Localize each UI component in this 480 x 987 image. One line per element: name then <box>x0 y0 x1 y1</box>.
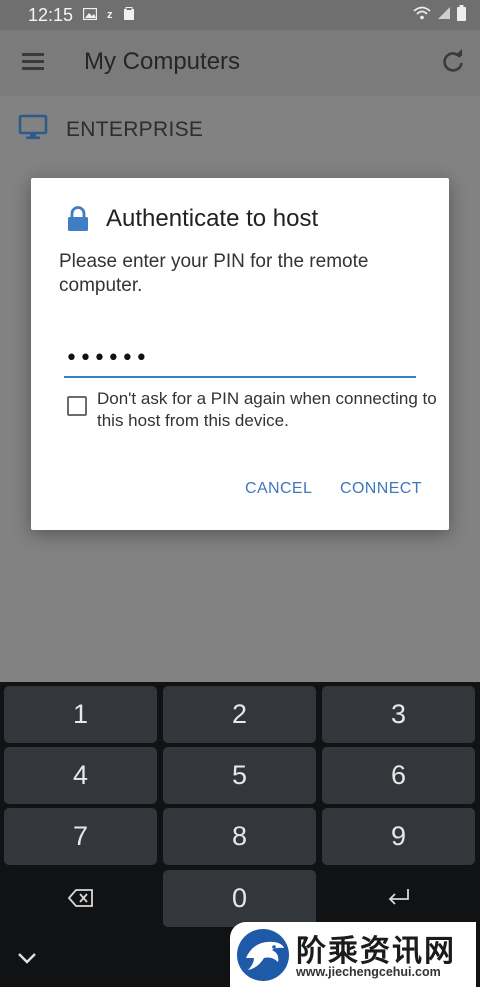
key-1[interactable]: 1 <box>4 686 157 743</box>
status-bar: 12:15 z <box>0 0 480 30</box>
key-6[interactable]: 6 <box>322 747 475 804</box>
battery-icon <box>457 4 466 26</box>
key-2[interactable]: 2 <box>163 686 316 743</box>
backspace-icon <box>67 883 94 914</box>
monitor-icon <box>18 114 48 142</box>
backspace-key[interactable] <box>4 870 157 927</box>
hamburger-menu-icon[interactable] <box>22 53 44 71</box>
key-0[interactable]: 0 <box>163 870 316 927</box>
clipboard-icon <box>123 7 135 23</box>
chevron-down-icon[interactable] <box>16 950 38 966</box>
refresh-icon[interactable] <box>439 48 467 76</box>
lock-icon <box>67 206 89 232</box>
key-5[interactable]: 5 <box>163 747 316 804</box>
dialog-message: Please enter your PIN for the remote com… <box>59 251 369 296</box>
authenticate-dialog: Authenticate to host Please enter your P… <box>31 178 449 530</box>
remember-pin-checkbox[interactable] <box>67 396 87 416</box>
key-7[interactable]: 7 <box>4 808 157 865</box>
watermark-text: 阶乘资讯网 <box>296 934 456 969</box>
page-title: My Computers <box>84 48 241 75</box>
key-8[interactable]: 8 <box>163 808 316 865</box>
dialog-title: Authenticate to host <box>106 205 319 232</box>
z-notification-icon: z <box>107 8 113 21</box>
app-bar: My Computers <box>0 30 480 96</box>
watermark: 阶乘资讯网 www.jiechengcehui.com <box>230 922 476 987</box>
signal-icon <box>437 5 451 25</box>
wifi-icon <box>413 5 431 25</box>
cancel-button[interactable]: CANCEL <box>245 480 312 498</box>
remember-pin-label: Don't ask for a PIN again when connectin… <box>97 389 437 430</box>
connect-button[interactable]: CONNECT <box>340 480 422 498</box>
enter-key[interactable] <box>322 870 475 927</box>
list-item[interactable]: ENTERPRISE <box>0 106 480 156</box>
status-time: 12:15 <box>28 4 74 25</box>
key-4[interactable]: 4 <box>4 747 157 804</box>
enter-icon <box>386 883 412 914</box>
pin-input[interactable] <box>64 344 416 378</box>
key-9[interactable]: 9 <box>322 808 475 865</box>
key-3[interactable]: 3 <box>322 686 475 743</box>
host-name: ENTERPRISE <box>66 118 204 141</box>
image-icon <box>82 7 98 22</box>
watermark-url: www.jiechengcehui.com <box>296 965 441 979</box>
bird-logo-icon <box>236 928 290 982</box>
